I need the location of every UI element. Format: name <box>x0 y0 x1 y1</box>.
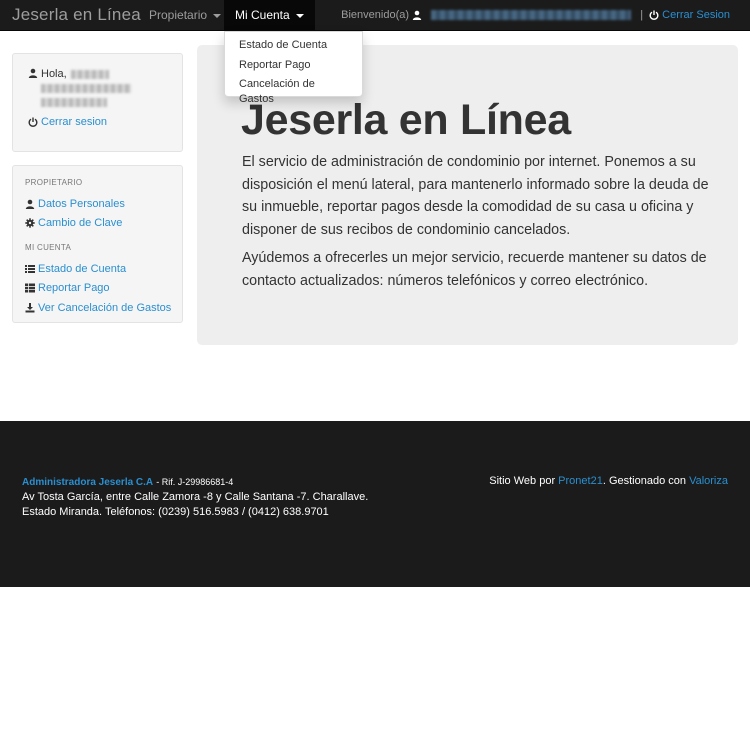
sidebar-item-label: Ver Cancelación de Gastos <box>38 301 172 314</box>
credit-middle: . Gestionado con <box>602 475 686 487</box>
hola-label: Hola, <box>41 68 67 80</box>
intro-paragraph: El servicio de administración de condomi… <box>242 154 709 238</box>
navbar-logout-link[interactable]: Cerrar Sesion <box>649 9 730 21</box>
sidebar-menu-panel: PROPIETARIO Datos Personales Cambio de C… <box>12 165 183 323</box>
dropdown-item-reportar-pago[interactable]: Reportar Pago <box>225 58 362 78</box>
sidebar-logout-label: Cerrar sesion <box>41 116 108 128</box>
nav-micuenta-dropdown[interactable]: Mi Cuenta <box>224 0 316 30</box>
dropdown-item-cancelacion-gastos[interactable]: Cancelación de Gastos <box>225 77 362 105</box>
footer-company-info: Administradora Jeserla C.A - Rif. J-2998… <box>22 475 368 520</box>
sidebar-item-ver-cancelacion-gastos[interactable]: Ver Cancelación de Gastos <box>25 298 182 318</box>
sidebar-item-label: Estado de Cuenta <box>38 262 127 275</box>
navbar-separator: | <box>640 9 644 21</box>
th-list-icon <box>25 283 35 293</box>
pronet-link[interactable]: Pronet21 <box>558 475 603 487</box>
menu-header-propietario: PROPIETARIO <box>25 178 83 187</box>
address-line-1: Av Tosta García, entre Calle Zamora -8 y… <box>22 491 369 503</box>
company-rif: - Rif. J-29986681-4 <box>156 477 234 487</box>
bienvenido-label: Bienvenido(a) <box>341 9 410 21</box>
sidebar-logout-link[interactable]: Cerrar sesion <box>28 116 182 128</box>
sidebar-item-label: Reportar Pago <box>38 282 110 295</box>
nav-propietario-label: Propietario <box>149 8 208 22</box>
sidebar-item-reportar-pago[interactable]: Reportar Pago <box>25 279 182 299</box>
navbar-brand[interactable]: Jeserla en Línea <box>12 5 141 25</box>
micuenta-dropdown-menu: Estado de Cuenta Reportar Pago Cancelaci… <box>224 31 363 105</box>
redacted-username[interactable] <box>431 10 632 21</box>
footer-credits: Sitio Web por Pronet21. Gestionado con V… <box>489 475 728 487</box>
redacted-user-name <box>40 68 131 112</box>
sidebar-item-estado-cuenta[interactable]: Estado de Cuenta <box>25 259 182 279</box>
top-navbar: Jeserla en Línea Propietario Mi Cuenta B… <box>0 0 750 31</box>
valoriza-link[interactable]: Valoriza <box>689 475 728 487</box>
nav-micuenta-label: Mi Cuenta <box>235 8 290 22</box>
page-title: Jeserla en Línea <box>241 96 571 144</box>
nav-propietario-dropdown[interactable]: Propietario <box>138 0 232 30</box>
dropdown-item-estado-cuenta[interactable]: Estado de Cuenta <box>225 38 362 58</box>
user-icon <box>28 68 38 78</box>
user-icon <box>412 10 422 21</box>
navbar-user-area: Bienvenido(a) | Cerrar Sesion <box>341 0 730 30</box>
contact-reminder-paragraph: Ayúdemos a ofrecerles un mejor servicio,… <box>242 250 707 289</box>
sidebar-item-label: Cambio de Clave <box>38 217 123 230</box>
menu-header-micuenta: MI CUENTA <box>25 243 72 252</box>
user-greeting-panel: Hola, Cerrar sesion <box>12 53 183 152</box>
gear-icon <box>25 218 35 228</box>
sidebar-item-cambio-clave[interactable]: Cambio de Clave <box>25 214 182 234</box>
power-icon <box>28 117 38 127</box>
chevron-down-icon <box>213 13 222 18</box>
list-icon <box>25 264 35 274</box>
user-icon <box>25 199 35 209</box>
page-footer: Administradora Jeserla C.A - Rif. J-2998… <box>0 421 750 587</box>
greeting-line: Hola, <box>28 68 182 112</box>
download-icon <box>25 302 35 313</box>
sidebar-item-datos-personales[interactable]: Datos Personales <box>25 194 182 214</box>
address-line-2: Estado Miranda. Teléfonos: (0239) 516.59… <box>22 506 329 518</box>
navbar-logout-label: Cerrar Sesion <box>662 9 730 21</box>
sidebar-item-label: Datos Personales <box>38 197 125 210</box>
company-name-link[interactable]: Administradora Jeserla C.A <box>22 477 153 488</box>
credit-prefix: Sitio Web por <box>489 475 556 487</box>
power-icon <box>649 10 659 20</box>
chevron-down-icon <box>296 13 305 18</box>
